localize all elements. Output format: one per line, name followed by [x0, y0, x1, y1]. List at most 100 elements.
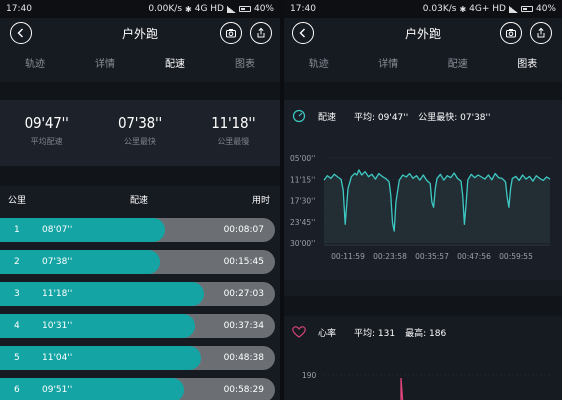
split-time: 00:27:03 — [223, 289, 264, 299]
status-bar: 17:40 0.03K/s ✱ 4G+ HD 40% — [284, 0, 562, 18]
back-button[interactable] — [10, 22, 32, 44]
title-bar: 户外跑 — [284, 18, 562, 48]
status-time: 17:40 — [6, 4, 32, 14]
split-time: 00:37:34 — [223, 321, 264, 331]
bluetooth-icon: ✱ — [185, 4, 192, 14]
tab-bar: 轨迹 详情 配速 图表 — [0, 48, 280, 84]
network-speed: 0.00K/s — [148, 4, 183, 14]
tab-charts[interactable]: 图表 — [493, 48, 562, 84]
pace-y-tick-label: 23'45'' — [290, 218, 315, 227]
time-column-header: 用时 — [251, 195, 270, 206]
hr-y-tick-label: 190 — [302, 371, 317, 380]
split-row: 1 08'07'' 00:08:07 — [0, 218, 275, 242]
pace-y-tick-label: 11'15'' — [290, 175, 315, 184]
split-km: 3 — [14, 289, 20, 299]
fastest-km-label: 公里最快 — [123, 137, 156, 146]
network-type: 4G HD — [194, 4, 224, 14]
chevron-left-icon — [299, 28, 305, 38]
pace-x-tick-label: 00:35:57 — [415, 252, 449, 261]
share-icon — [257, 27, 265, 38]
divider — [284, 296, 562, 316]
pace-x-tick-label: 00:23:58 — [373, 252, 407, 261]
split-pace-bar — [0, 314, 196, 338]
split-km: 4 — [14, 321, 20, 331]
slowest-km-value: 11'18'' — [211, 114, 256, 132]
split-pace: 08'07'' — [42, 225, 73, 235]
camera-button[interactable] — [500, 22, 522, 44]
title-bar: 户外跑 — [0, 18, 280, 48]
heart-rate-card: 心率 平均: 131 最高: 186 190 — [284, 316, 562, 400]
camera-icon — [506, 29, 516, 38]
split-pace: 11'18'' — [42, 289, 73, 299]
tab-pace[interactable]: 配速 — [140, 48, 210, 84]
share-icon — [537, 27, 545, 38]
pace-screen: 17:40 0.00K/s ✱ 4G HD 40% 户外跑 轨迹 详情 配速 图… — [0, 0, 280, 400]
split-row: 4 10'31'' 00:37:34 — [0, 314, 275, 338]
split-pace-bar — [0, 250, 160, 274]
split-time: 00:08:07 — [223, 225, 264, 235]
battery-level: 40% — [535, 4, 556, 14]
pace-x-tick-label: 00:11:59 — [331, 252, 365, 261]
pace-x-tick-label: 00:59:55 — [499, 252, 533, 261]
pace-summary: 09'47'' 平均配速 07'38'' 公里最快 11'18'' 公里最慢 — [0, 100, 280, 166]
network-speed: 0.03K/s — [422, 4, 457, 14]
split-time: 00:15:45 — [223, 257, 264, 267]
split-row: 6 09'51'' 00:58:29 — [0, 378, 275, 400]
camera-icon — [226, 29, 236, 38]
split-km: 6 — [14, 385, 20, 395]
tab-charts[interactable]: 图表 — [210, 48, 280, 84]
battery-icon — [520, 6, 533, 12]
split-pace: 10'31'' — [42, 321, 73, 331]
tab-bar: 轨迹 详情 配速 图表 — [284, 48, 562, 84]
km-column-header: 公里 — [8, 195, 27, 206]
tab-track[interactable]: 轨迹 — [0, 48, 70, 84]
split-row: 3 11'18'' 00:27:03 — [0, 282, 275, 306]
fastest-km-value: 07'38'' — [117, 114, 163, 132]
split-list-header: 公里 配速 用时 — [0, 186, 280, 212]
heart-rate-chart: 190 — [302, 371, 550, 400]
pace-y-tick-label: 05'00'' — [290, 154, 315, 163]
split-pace: 07'38'' — [42, 257, 73, 267]
pace-x-tick-label: 00:47:56 — [457, 252, 491, 261]
fastest-km-stat: 07'38'' 公里最快 — [93, 100, 186, 166]
slowest-km-stat: 11'18'' 公里最慢 — [187, 100, 280, 166]
divider — [0, 82, 280, 100]
split-pace-bar — [0, 378, 185, 400]
split-km: 1 — [14, 225, 20, 235]
pace-chart: 05'00'' 11'15'' 17'30'' 23'45'' 30'00'' 00:11… — [290, 154, 551, 261]
split-km: 5 — [14, 353, 20, 363]
status-time: 17:40 — [290, 4, 316, 14]
page-title: 户外跑 — [404, 26, 441, 41]
back-button[interactable] — [292, 22, 314, 44]
avg-pace-value: 09'47'' — [24, 114, 69, 132]
pace-column-header: 配速 — [129, 195, 148, 206]
pace-y-tick-label: 30'00'' — [290, 239, 315, 248]
tab-pace[interactable]: 配速 — [423, 48, 493, 84]
split-row: 5 11'04'' 00:48:38 — [0, 346, 275, 370]
tab-details[interactable]: 详情 — [354, 48, 424, 84]
signal-icon — [226, 5, 236, 13]
status-bar: 17:40 0.00K/s ✱ 4G HD 40% — [0, 0, 280, 18]
divider — [284, 82, 562, 100]
avg-pace-stat: 09'47'' 平均配速 — [0, 100, 93, 166]
share-button[interactable] — [250, 22, 272, 44]
slowest-km-label: 公里最慢 — [217, 137, 250, 146]
network-type: 4G+ HD — [469, 4, 506, 14]
split-pace-bar — [0, 346, 201, 370]
split-pace-bar — [0, 282, 204, 306]
divider — [0, 166, 280, 186]
avg-pace-label: 平均配速 — [30, 137, 63, 146]
split-time: 00:48:38 — [223, 353, 264, 363]
share-button[interactable] — [530, 22, 552, 44]
pace-chart-card: 配速 平均: 09'47'' 公里最快: 07'38'' 05'00'' 11'1… — [284, 100, 562, 280]
tab-track[interactable]: 轨迹 — [284, 48, 354, 84]
battery-icon — [238, 6, 251, 12]
bluetooth-icon: ✱ — [459, 4, 467, 14]
tab-details[interactable]: 详情 — [70, 48, 140, 84]
split-row: 2 07'38'' 00:15:45 — [0, 250, 275, 274]
battery-level: 40% — [253, 4, 274, 14]
hr-line — [400, 377, 404, 400]
pace-y-tick-label: 17'30'' — [290, 197, 315, 206]
split-pace: 11'04'' — [42, 353, 73, 363]
camera-button[interactable] — [220, 22, 242, 44]
